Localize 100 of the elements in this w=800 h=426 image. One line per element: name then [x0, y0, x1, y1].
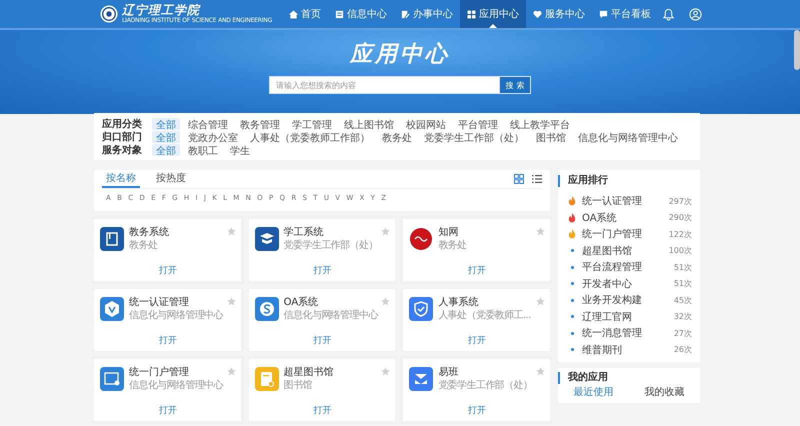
- envelope-icon: [409, 367, 434, 391]
- usage-count: 122次: [668, 228, 692, 240]
- filter-option[interactable]: 学工管理: [288, 118, 336, 130]
- bullet-icon: [570, 315, 574, 318]
- grid-icon: [467, 10, 476, 18]
- filter-option[interactable]: 线上教学平台: [506, 118, 574, 130]
- nav-tab[interactable]: 首页: [282, 0, 328, 28]
- pointer-icon: [489, 24, 498, 28]
- star-icon[interactable]: [536, 227, 545, 236]
- scrollbar[interactable]: [794, 30, 800, 70]
- app-department: 党委学生工作部（处）: [438, 380, 531, 392]
- app-department: 信息化与网络管理中心: [284, 310, 376, 322]
- document-icon: [335, 10, 344, 18]
- ranking-item[interactable]: OA系统: [582, 210, 617, 225]
- filter-option[interactable]: 学生: [226, 144, 254, 156]
- open-link[interactable]: 打开: [468, 264, 486, 277]
- star-icon[interactable]: [381, 367, 390, 376]
- edit-icon: [401, 10, 410, 18]
- app-name: 统一门户管理: [129, 367, 190, 379]
- nav-tab[interactable]: 办事中心: [394, 0, 460, 28]
- open-link[interactable]: 打开: [158, 404, 177, 417]
- filter-option[interactable]: 党委学生工作部（处）: [420, 130, 528, 142]
- open-link[interactable]: 打开: [313, 404, 332, 417]
- ranking-item[interactable]: 统一认证管理: [582, 194, 642, 208]
- filter-label: 归口部门: [102, 130, 143, 144]
- nav-tab[interactable]: 应用中心: [460, 0, 526, 28]
- bullet-icon: [570, 249, 574, 252]
- nav-tab[interactable]: 平台看板: [592, 0, 658, 28]
- filter-option[interactable]: 全部: [152, 118, 180, 130]
- usage-count: 51次: [674, 278, 692, 290]
- open-link[interactable]: 打开: [158, 334, 177, 347]
- ranking-item[interactable]: 维普期刊: [582, 342, 622, 357]
- star-icon[interactable]: [226, 367, 236, 376]
- star-icon[interactable]: [536, 367, 545, 376]
- app-department: 图书馆: [284, 380, 313, 392]
- bullet-icon: [570, 266, 574, 269]
- search-field[interactable]: 请输入您想搜索的内容: [269, 76, 499, 94]
- filter-option[interactable]: 教务管理: [236, 118, 284, 130]
- nav-tab[interactable]: 信息中心: [328, 0, 394, 28]
- open-link[interactable]: 打开: [313, 334, 332, 347]
- filter-option[interactable]: 教务处: [378, 130, 416, 142]
- open-link[interactable]: 打开: [313, 264, 332, 277]
- ranking-item[interactable]: 辽理工官网: [582, 310, 632, 324]
- filter-option[interactable]: 全部: [152, 144, 180, 156]
- filter-option[interactable]: 信息化与网络管理中心: [574, 130, 682, 142]
- bell-icon[interactable]: [662, 8, 675, 20]
- star-icon[interactable]: [381, 297, 390, 306]
- sort-tab[interactable]: 按热度: [152, 170, 190, 188]
- nav-tab[interactable]: 服务中心: [526, 0, 592, 28]
- my-apps-tab[interactable]: 最近使用: [574, 387, 614, 399]
- app-department: 党委学生工作部（处）: [284, 240, 376, 252]
- ranking-item[interactable]: 业务开发构建: [582, 293, 642, 308]
- usage-count: 297次: [668, 196, 692, 207]
- app-name: 人事系统: [438, 297, 480, 309]
- book-icon: [100, 227, 124, 251]
- search-button[interactable]: 搜 索: [499, 76, 531, 94]
- app-name: 统一认证管理: [129, 297, 190, 309]
- home-icon: [289, 10, 298, 18]
- ranking-item[interactable]: 开发者中心: [582, 276, 632, 291]
- ranking-item[interactable]: 统一门户管理: [582, 227, 642, 242]
- sort-tab[interactable]: 按名称: [102, 170, 140, 188]
- page-title: 应用中心: [350, 42, 450, 68]
- app-name: 易班: [438, 367, 460, 379]
- filter-option[interactable]: 综合管理: [184, 118, 232, 130]
- usage-count: 26次: [674, 344, 692, 356]
- filter-option[interactable]: 党政办公室: [184, 130, 242, 142]
- filter-option[interactable]: 平台管理: [454, 118, 502, 130]
- filter-option[interactable]: 全部: [152, 130, 180, 142]
- bullet-icon: [570, 332, 574, 335]
- filter-option[interactable]: 人事处（党委教师工作部）: [246, 130, 374, 142]
- ranking-item[interactable]: 平台流程管理: [582, 260, 642, 274]
- panel-title: 应用排行: [558, 175, 700, 187]
- panel-title: 我的应用: [558, 372, 700, 384]
- list-view-icon[interactable]: [532, 174, 542, 184]
- open-link[interactable]: 打开: [158, 264, 177, 277]
- app-name: OA系统: [284, 297, 320, 309]
- star-icon[interactable]: [381, 227, 390, 236]
- filter-option[interactable]: 校园网站: [402, 118, 450, 130]
- usage-count: 27次: [674, 328, 692, 339]
- ranking-item[interactable]: 超星图书馆: [582, 244, 632, 258]
- app-department: 人事处（党委教师工...: [438, 310, 531, 322]
- emblem-icon: [100, 5, 118, 23]
- grid-view-icon[interactable]: [514, 174, 524, 184]
- star-icon[interactable]: [226, 227, 236, 236]
- bullet-icon: [570, 298, 574, 302]
- star-icon[interactable]: [536, 297, 545, 306]
- open-link[interactable]: 打开: [468, 404, 486, 417]
- my-apps-tab[interactable]: 我的收藏: [644, 387, 684, 399]
- filter-option[interactable]: 线上图书馆: [340, 118, 398, 130]
- star-icon[interactable]: [226, 297, 236, 306]
- bullet-icon: [570, 348, 574, 352]
- ranking-item[interactable]: 统一消息管理: [582, 326, 642, 340]
- app-name: 知网: [438, 227, 460, 239]
- filter-option[interactable]: 图书馆: [532, 130, 570, 142]
- shield-icon: [409, 297, 434, 321]
- filter-option[interactable]: 教职工: [184, 144, 222, 156]
- open-link[interactable]: 打开: [468, 334, 486, 347]
- usage-count: 100次: [668, 245, 692, 256]
- user-icon[interactable]: [689, 8, 702, 20]
- usage-count: 51次: [674, 262, 692, 273]
